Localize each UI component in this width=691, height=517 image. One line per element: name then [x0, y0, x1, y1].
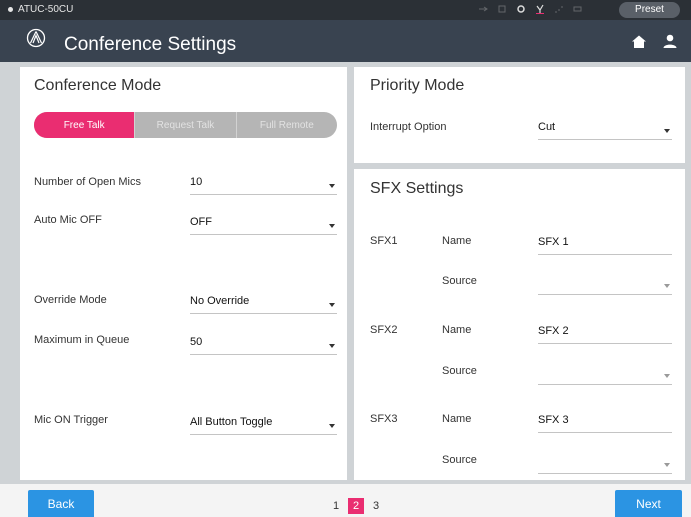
open-mics-label: Number of Open Mics — [34, 176, 141, 188]
home-icon[interactable] — [631, 34, 647, 50]
audio-technica-logo-icon — [26, 28, 46, 48]
mic-on-trigger-label: Mic ON Trigger — [34, 414, 108, 426]
sfx3-name-input[interactable]: SFX 3 — [538, 411, 672, 433]
page-2-current[interactable]: 2 — [348, 498, 364, 514]
page-3[interactable]: 3 — [368, 498, 384, 514]
device-name: ATUC-50CU — [18, 4, 74, 15]
status-bar: ATUC-50CU Preset — [0, 0, 691, 20]
sfx3-source-select[interactable] — [538, 452, 672, 474]
sfx1-source-label: Source — [442, 275, 477, 287]
interrupt-option-select[interactable]: Cut — [538, 118, 672, 140]
sfx2-name-value: SFX 2 — [538, 325, 569, 337]
sfx1-name-input[interactable]: SFX 1 — [538, 233, 672, 255]
sfx1-name-label: Name — [442, 235, 472, 247]
chevron-down-icon — [664, 284, 670, 288]
chevron-down-icon — [329, 303, 335, 307]
auto-mic-off-select[interactable]: OFF — [190, 213, 337, 235]
priority-mode-title: Priority Mode — [370, 77, 465, 94]
auto-mic-off-label: Auto Mic OFF — [34, 214, 102, 226]
sfx3-name-label: Name — [442, 413, 472, 425]
override-mode-value: No Override — [190, 295, 250, 307]
interrupt-option-label: Interrupt Option — [370, 121, 447, 133]
preset-button[interactable]: Preset — [619, 2, 680, 18]
sfx2-name-input[interactable]: SFX 2 — [538, 322, 672, 344]
antenna-icon — [536, 4, 544, 14]
open-mics-select[interactable]: 10 — [190, 173, 337, 195]
interrupt-option-value: Cut — [538, 121, 556, 133]
max-queue-value: 50 — [190, 336, 203, 348]
network-icon — [498, 5, 506, 13]
page-1[interactable]: 1 — [328, 498, 344, 514]
priority-mode-panel: Priority Mode Interrupt Option Cut — [354, 67, 685, 163]
device-indicator: ATUC-50CU — [8, 4, 73, 15]
battery-icon — [573, 6, 582, 12]
chevron-down-icon — [329, 344, 335, 348]
user-icon[interactable] — [662, 33, 678, 49]
chevron-down-icon — [664, 129, 670, 133]
sfx3-label: SFX3 — [370, 413, 398, 425]
device-status-dot — [8, 7, 13, 12]
chevron-down-icon — [664, 374, 670, 378]
open-mics-value: 10 — [190, 176, 203, 188]
next-button[interactable]: Next — [615, 490, 682, 517]
sfx1-name-value: SFX 1 — [538, 236, 569, 248]
back-button[interactable]: Back — [28, 490, 94, 517]
conference-mode-title: Conference Mode — [34, 77, 162, 94]
max-queue-select[interactable]: 50 — [190, 333, 337, 355]
status-indicators — [478, 4, 583, 14]
sfx-settings-title: SFX Settings — [370, 180, 464, 197]
sfx1-label: SFX1 — [370, 235, 398, 247]
settings-indicator-icon — [517, 5, 525, 13]
usb-icon — [479, 6, 488, 12]
chevron-down-icon — [329, 184, 335, 188]
mic-on-trigger-value: All Button Toggle — [190, 416, 273, 428]
auto-mic-off-value: OFF — [190, 216, 212, 228]
chevron-down-icon — [664, 463, 670, 467]
sfx3-name-value: SFX 3 — [538, 414, 569, 426]
sfx2-label: SFX2 — [370, 324, 398, 336]
chevron-down-icon — [329, 424, 335, 428]
override-mode-label: Override Mode — [34, 294, 107, 306]
mode-request-talk[interactable]: Request Talk — [135, 112, 237, 138]
sfx3-source-label: Source — [442, 454, 477, 466]
mode-full-remote[interactable]: Full Remote — [237, 112, 337, 138]
signal-icon — [555, 6, 563, 13]
sfx2-name-label: Name — [442, 324, 472, 336]
conference-mode-panel: Conference Mode Free Talk Request Talk F… — [20, 67, 347, 480]
conference-mode-selector: Free Talk Request Talk Full Remote — [34, 112, 337, 138]
page-title: Conference Settings — [64, 34, 237, 55]
sfx2-source-label: Source — [442, 365, 477, 377]
app-header: Conference Settings — [0, 20, 691, 62]
footer-bar: Back 1 2 3 Next — [0, 484, 691, 517]
sfx-settings-panel: SFX Settings SFX1 Name SFX 1 Source SFX2… — [354, 169, 685, 480]
max-queue-label: Maximum in Queue — [34, 334, 130, 346]
pagination: 1 2 3 — [328, 498, 384, 514]
mic-on-trigger-select[interactable]: All Button Toggle — [190, 413, 337, 435]
override-mode-select[interactable]: No Override — [190, 292, 337, 314]
sfx1-source-select[interactable] — [538, 273, 672, 295]
chevron-down-icon — [329, 224, 335, 228]
mode-free-talk[interactable]: Free Talk — [34, 112, 136, 138]
sfx2-source-select[interactable] — [538, 363, 672, 385]
